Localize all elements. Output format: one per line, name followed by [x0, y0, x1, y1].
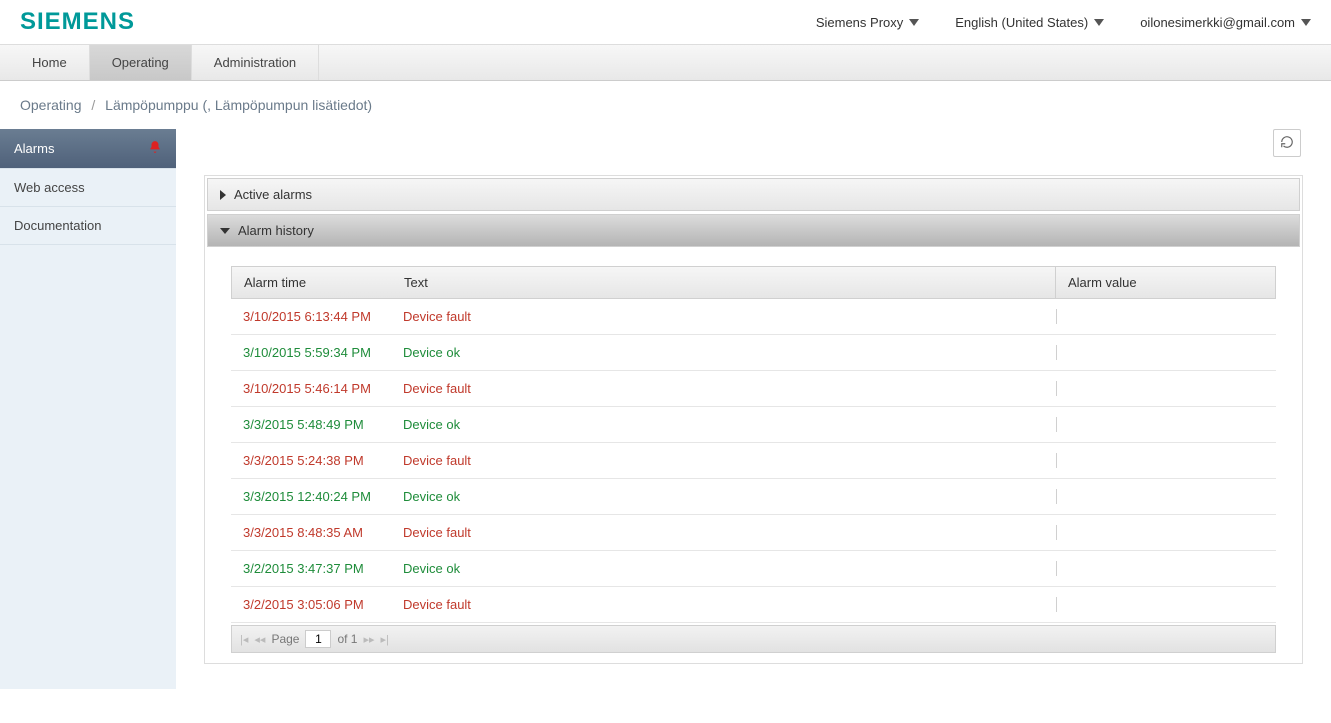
panel-active-alarms[interactable]: Active alarms [207, 178, 1300, 211]
cell-alarm-time: 3/3/2015 5:24:38 PM [231, 453, 391, 468]
content: Active alarms Alarm history Alarm time T… [176, 129, 1331, 689]
cell-alarm-value [1056, 309, 1276, 324]
th-alarm-value[interactable]: Alarm value [1055, 267, 1275, 298]
tab-home[interactable]: Home [10, 45, 90, 80]
pager: |◂ ◂◂ Page of 1 ▸▸ ▸| [231, 625, 1276, 653]
header: SIEMENS Siemens Proxy English (United St… [0, 0, 1331, 45]
cell-alarm-time: 3/10/2015 6:13:44 PM [231, 309, 391, 324]
table-body: 3/10/2015 6:13:44 PMDevice fault3/10/201… [231, 299, 1276, 623]
table-row[interactable]: 3/10/2015 5:59:34 PMDevice ok [231, 335, 1276, 371]
breadcrumb: Operating / Lämpöpumppu (, Lämpöpumpun l… [0, 81, 1331, 129]
panels: Active alarms Alarm history Alarm time T… [204, 175, 1303, 664]
main: Alarms Web access Documentation Active a… [0, 129, 1331, 689]
cell-text: Device fault [391, 525, 1056, 540]
cell-alarm-time: 3/10/2015 5:59:34 PM [231, 345, 391, 360]
refresh-button[interactable] [1273, 129, 1301, 157]
breadcrumb-part: Lämpöpumppu (, Lämpöpumpun lisätiedot) [105, 97, 372, 113]
cell-alarm-value [1056, 453, 1276, 468]
cell-text: Device ok [391, 489, 1056, 504]
table-row[interactable]: 3/2/2015 3:05:06 PMDevice fault [231, 587, 1276, 623]
pager-first-icon[interactable]: |◂ [240, 633, 248, 646]
proxy-label: Siemens Proxy [816, 15, 903, 30]
cell-text: Device ok [391, 561, 1056, 576]
table-row[interactable]: 3/3/2015 8:48:35 AMDevice fault [231, 515, 1276, 551]
pager-page-input[interactable] [305, 630, 331, 648]
cell-alarm-value [1056, 345, 1276, 360]
refresh-icon [1280, 135, 1294, 152]
pager-page-label: Page [271, 632, 299, 646]
tab-administration[interactable]: Administration [192, 45, 319, 80]
panel-title: Alarm history [238, 223, 314, 238]
user-label: oilonesimerkki@gmail.com [1140, 15, 1295, 30]
siemens-logo: SIEMENS [20, 8, 135, 36]
cell-alarm-value [1056, 489, 1276, 504]
panel-title: Active alarms [234, 187, 312, 202]
user-dropdown[interactable]: oilonesimerkki@gmail.com [1140, 15, 1311, 30]
chevron-down-icon [1094, 19, 1104, 26]
cell-text: Device ok [391, 417, 1056, 432]
breadcrumb-part[interactable]: Operating [20, 97, 81, 113]
cell-alarm-value [1056, 597, 1276, 612]
sidebar-item-label: Documentation [14, 218, 101, 233]
sidebar-item-label: Web access [14, 180, 85, 195]
pager-next-icon[interactable]: ▸▸ [363, 633, 374, 646]
cell-text: Device fault [391, 597, 1056, 612]
th-text[interactable]: Text [392, 267, 1055, 298]
cell-alarm-value [1056, 561, 1276, 576]
chevron-down-icon [1301, 19, 1311, 26]
cell-text: Device fault [391, 453, 1056, 468]
cell-alarm-time: 3/2/2015 3:05:06 PM [231, 597, 391, 612]
sidebar-item-documentation[interactable]: Documentation [0, 207, 176, 245]
sidebar-item-web-access[interactable]: Web access [0, 169, 176, 207]
bell-icon [148, 140, 162, 157]
pager-last-icon[interactable]: ▸| [381, 633, 389, 646]
tab-operating[interactable]: Operating [90, 45, 192, 80]
proxy-dropdown[interactable]: Siemens Proxy [816, 15, 919, 30]
sidebar: Alarms Web access Documentation [0, 129, 176, 689]
cell-text: Device ok [391, 345, 1056, 360]
header-controls: Siemens Proxy English (United States) oi… [816, 15, 1311, 30]
cell-alarm-time: 3/2/2015 3:47:37 PM [231, 561, 391, 576]
pager-prev-icon[interactable]: ◂◂ [254, 633, 265, 646]
cell-alarm-value [1056, 417, 1276, 432]
cell-alarm-time: 3/10/2015 5:46:14 PM [231, 381, 391, 396]
table-row[interactable]: 3/2/2015 3:47:37 PMDevice ok [231, 551, 1276, 587]
cell-alarm-time: 3/3/2015 5:48:49 PM [231, 417, 391, 432]
cell-alarm-value [1056, 525, 1276, 540]
cell-text: Device fault [391, 381, 1056, 396]
chevron-down-icon [909, 19, 919, 26]
sidebar-item-alarms[interactable]: Alarms [0, 129, 176, 169]
language-label: English (United States) [955, 15, 1088, 30]
cell-alarm-time: 3/3/2015 12:40:24 PM [231, 489, 391, 504]
chevron-down-icon [220, 228, 230, 234]
table-row[interactable]: 3/3/2015 12:40:24 PMDevice ok [231, 479, 1276, 515]
pager-of-label: of 1 [337, 632, 357, 646]
chevron-right-icon [220, 190, 226, 200]
language-dropdown[interactable]: English (United States) [955, 15, 1104, 30]
cell-alarm-value [1056, 381, 1276, 396]
th-alarm-time[interactable]: Alarm time [232, 267, 392, 298]
table-row[interactable]: 3/10/2015 6:13:44 PMDevice fault [231, 299, 1276, 335]
table-header: Alarm time Text Alarm value [231, 266, 1276, 299]
breadcrumb-separator: / [91, 97, 95, 113]
sidebar-item-label: Alarms [14, 141, 54, 156]
nav-tabs: Home Operating Administration [0, 45, 1331, 81]
table-row[interactable]: 3/3/2015 5:48:49 PMDevice ok [231, 407, 1276, 443]
cell-alarm-time: 3/3/2015 8:48:35 AM [231, 525, 391, 540]
cell-text: Device fault [391, 309, 1056, 324]
table-row[interactable]: 3/3/2015 5:24:38 PMDevice fault [231, 443, 1276, 479]
table-row[interactable]: 3/10/2015 5:46:14 PMDevice fault [231, 371, 1276, 407]
alarm-history-table: Alarm time Text Alarm value 3/10/2015 6:… [207, 250, 1300, 661]
panel-alarm-history[interactable]: Alarm history [207, 214, 1300, 247]
